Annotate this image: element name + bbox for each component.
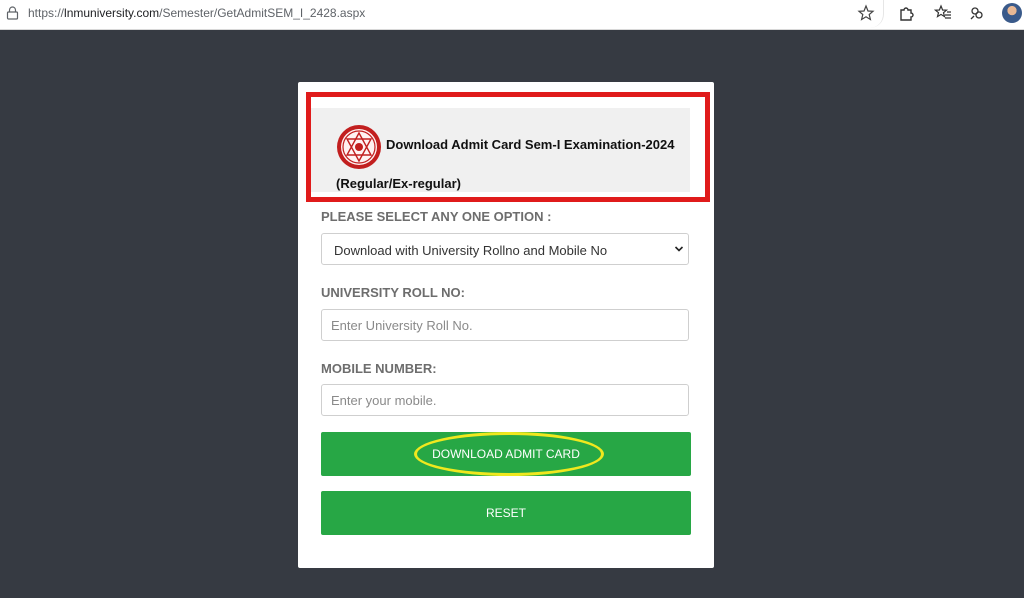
header-highlight-box [306, 92, 710, 202]
option-select-value: Download with University Rollno and Mobi… [334, 243, 608, 258]
option-select[interactable]: Download with University Rollno and Mobi… [321, 233, 689, 265]
profile-avatar[interactable] [1002, 3, 1022, 23]
option-label: PLEASE SELECT ANY ONE OPTION : [321, 209, 552, 224]
chevron-down-icon [674, 246, 684, 252]
favorites-icon[interactable] [934, 4, 952, 22]
url-path: /Semester/GetAdmitSEM_I_2428.aspx [159, 6, 366, 20]
download-admit-card-button[interactable]: DOWNLOAD ADMIT CARD [321, 432, 691, 476]
mobile-label: MOBILE NUMBER: [321, 361, 437, 376]
roll-no-label: UNIVERSITY ROLL NO: [321, 285, 465, 300]
url-text[interactable]: https://lnmuniversity.com/Semester/GetAd… [28, 6, 365, 20]
url-domain: lnmuniversity.com [64, 6, 160, 20]
star-icon[interactable] [857, 4, 875, 22]
roll-no-input[interactable] [321, 309, 689, 341]
lock-icon[interactable] [6, 6, 19, 20]
url-scheme: https:// [28, 6, 65, 20]
extensions-icon[interactable] [897, 4, 915, 22]
address-bar[interactable]: https://lnmuniversity.com/Semester/GetAd… [0, 0, 884, 28]
browser-toolbar: https://lnmuniversity.com/Semester/GetAd… [0, 0, 1024, 30]
reset-button[interactable]: RESET [321, 491, 691, 535]
mobile-input[interactable] [321, 384, 689, 416]
collections-icon[interactable] [968, 4, 986, 22]
